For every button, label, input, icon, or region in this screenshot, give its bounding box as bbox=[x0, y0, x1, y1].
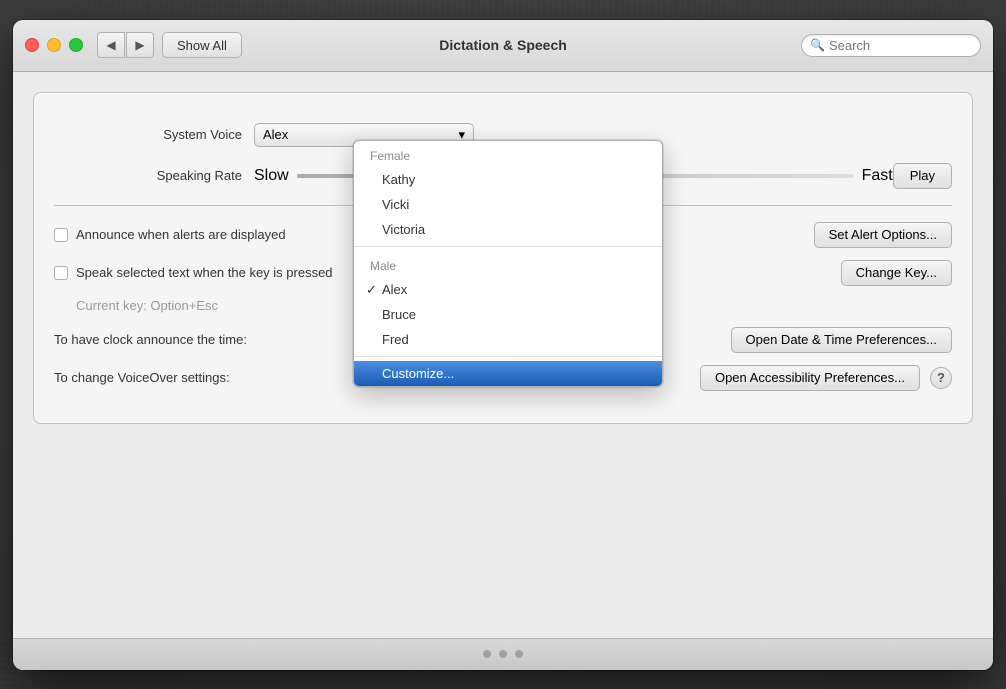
status-dot-1 bbox=[483, 650, 491, 658]
dropdown-separator-2 bbox=[354, 356, 662, 357]
voice-alex[interactable]: Alex bbox=[354, 277, 662, 302]
main-window: ◀ ▶ Show All Dictation & Speech 🔍 System… bbox=[13, 20, 993, 670]
speaking-rate-label: Speaking Rate bbox=[54, 168, 254, 183]
open-accessibility-button[interactable]: Open Accessibility Preferences... bbox=[700, 365, 920, 391]
set-alert-options-button[interactable]: Set Alert Options... bbox=[814, 222, 952, 248]
content-area: System Voice Alex ▾ Speaking Rate Slow F… bbox=[13, 72, 993, 638]
customize-option[interactable]: Customize... bbox=[354, 361, 662, 386]
current-key-label: Current key: Option+Esc bbox=[76, 298, 218, 313]
announce-alerts-label: Announce when alerts are displayed bbox=[76, 227, 286, 242]
play-button[interactable]: Play bbox=[893, 163, 952, 189]
voiceover-label: To change VoiceOver settings: bbox=[54, 370, 230, 385]
forward-button[interactable]: ▶ bbox=[126, 32, 154, 58]
open-date-time-button[interactable]: Open Date & Time Preferences... bbox=[731, 327, 952, 353]
fast-label: Fast bbox=[862, 167, 893, 185]
window-title: Dictation & Speech bbox=[439, 37, 567, 53]
female-group-label: Female bbox=[354, 141, 662, 167]
system-voice-label: System Voice bbox=[54, 127, 254, 142]
close-button[interactable] bbox=[25, 38, 39, 52]
voice-vicki[interactable]: Vicki bbox=[354, 192, 662, 217]
status-dot-2 bbox=[499, 650, 507, 658]
voice-fred[interactable]: Fred bbox=[354, 327, 662, 352]
slow-label: Slow bbox=[254, 167, 289, 185]
selected-voice-text: Alex bbox=[263, 127, 288, 142]
voice-kathy[interactable]: Kathy bbox=[354, 167, 662, 192]
back-button[interactable]: ◀ bbox=[97, 32, 125, 58]
change-key-button[interactable]: Change Key... bbox=[841, 260, 952, 286]
speak-selected-checkbox[interactable] bbox=[54, 266, 68, 280]
male-group-label: Male bbox=[354, 251, 662, 277]
clock-label: To have clock announce the time: bbox=[54, 332, 247, 347]
search-box: 🔍 bbox=[801, 34, 981, 57]
maximize-button[interactable] bbox=[69, 38, 83, 52]
announce-alerts-checkbox[interactable] bbox=[54, 228, 68, 242]
status-dots bbox=[483, 650, 523, 658]
nav-buttons: ◀ ▶ bbox=[97, 32, 154, 58]
bottom-statusbar bbox=[13, 638, 993, 670]
voice-dropdown: Female Kathy Vicki Victoria Male Alex Br… bbox=[353, 140, 663, 387]
search-icon: 🔍 bbox=[810, 38, 825, 52]
voice-victoria[interactable]: Victoria bbox=[354, 217, 662, 242]
help-button[interactable]: ? bbox=[930, 367, 952, 389]
voice-bruce[interactable]: Bruce bbox=[354, 302, 662, 327]
status-dot-3 bbox=[515, 650, 523, 658]
minimize-button[interactable] bbox=[47, 38, 61, 52]
search-input[interactable] bbox=[829, 38, 972, 53]
show-all-button[interactable]: Show All bbox=[162, 32, 242, 58]
dropdown-separator-1 bbox=[354, 246, 662, 247]
speak-selected-label: Speak selected text when the key is pres… bbox=[76, 265, 333, 280]
traffic-lights bbox=[25, 38, 83, 52]
titlebar: ◀ ▶ Show All Dictation & Speech 🔍 bbox=[13, 20, 993, 72]
